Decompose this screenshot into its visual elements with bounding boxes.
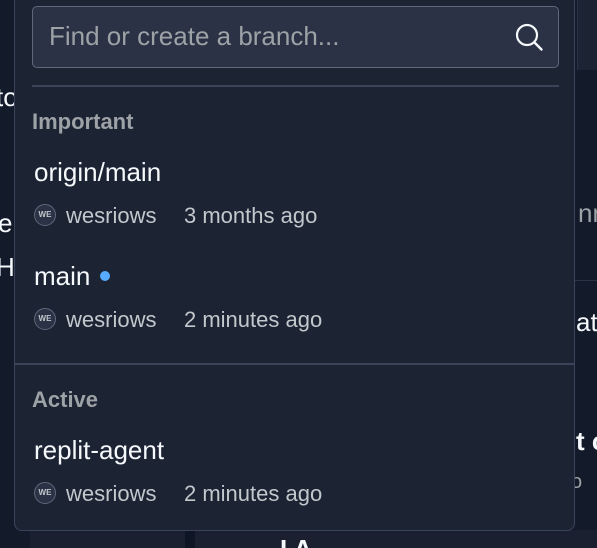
avatar: WE — [34, 204, 56, 226]
background-text-fragment: ati — [576, 307, 597, 337]
search-divider — [32, 85, 559, 87]
section-label-active: Active — [32, 387, 99, 412]
section-divider — [15, 363, 574, 365]
current-branch-indicator-icon — [100, 271, 111, 281]
branch-name: origin/main — [34, 157, 162, 187]
branch-search-input[interactable] — [33, 7, 503, 66]
branch-author: wesriows — [66, 307, 157, 332]
branch-author: wesriows — [66, 481, 157, 506]
branch-updated-time: 2 minutes ago — [184, 481, 323, 506]
branch-name-wrapper: main — [34, 261, 111, 291]
branch-name: main — [34, 261, 91, 291]
avatar: WE — [34, 482, 56, 504]
background-text-fragment: H — [0, 252, 15, 282]
background-bottom-gap — [185, 530, 195, 548]
branch-author: wesriows — [66, 203, 157, 228]
branch-updated-time: 2 minutes ago — [184, 307, 323, 332]
background-text-fragment: nn — [578, 198, 597, 228]
background-text-fragment: t c — [576, 426, 597, 456]
branch-item-main[interactable]: main WE wesriows 2 minutes ago — [15, 263, 574, 353]
branch-item-origin-main[interactable]: origin/main WE wesriows 3 months ago — [15, 159, 574, 249]
branch-name: replit-agent — [34, 435, 165, 465]
branch-updated-time: 3 months ago — [184, 203, 318, 228]
avatar: WE — [34, 308, 56, 330]
background-text-fragment: I A — [280, 536, 312, 548]
background-bottom-bar — [30, 530, 597, 548]
background-text-fragment: e — [0, 208, 13, 238]
background-right-panel — [577, 0, 597, 70]
section-label-important: Important — [32, 109, 134, 134]
workspace-background: to e H nn ati t c o I A Important origin… — [0, 0, 597, 548]
branch-item-replit-agent[interactable]: replit-agent WE wesriows 2 minutes ago — [15, 437, 574, 527]
branch-picker-popover: Important origin/main WE wesriows 3 mont… — [14, 0, 575, 531]
branch-search-box[interactable] — [32, 6, 559, 68]
search-icon[interactable] — [514, 22, 544, 52]
